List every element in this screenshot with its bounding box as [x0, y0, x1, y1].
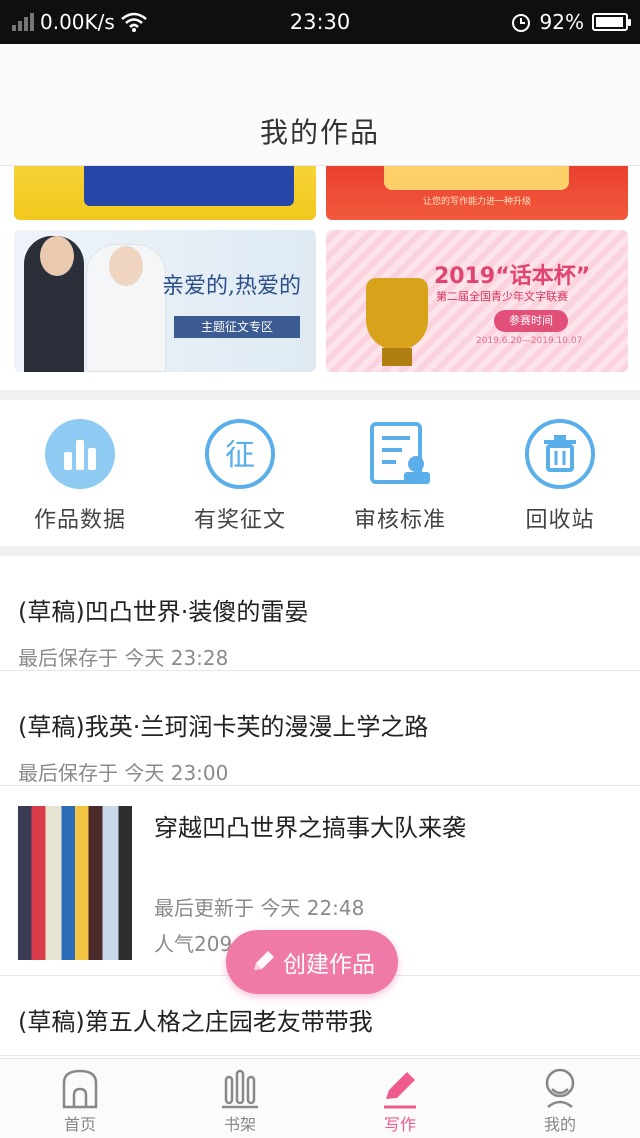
svg-text:征: 征 — [225, 438, 255, 473]
banner-theme-tag: 主题征文专区 — [174, 316, 300, 338]
create-work-button[interactable]: 创建作品 — [226, 930, 398, 994]
work-popularity: 人气209 — [154, 932, 233, 956]
action-work-data[interactable]: 作品数据 — [0, 400, 160, 546]
banner-cup-pill: 参赛时间 — [494, 310, 568, 332]
contest-icon: 征 — [204, 418, 276, 490]
quick-actions: 作品数据 征 有奖征文 审核标准 回收站 — [0, 400, 640, 546]
status-left: 0.00K/s — [12, 10, 212, 34]
action-contest-label: 有奖征文 — [193, 508, 286, 533]
banner-theme-title: 亲爱的,热爱的 — [162, 274, 301, 299]
nav-write[interactable]: 写作 — [320, 1059, 480, 1138]
banner-person-female-head — [109, 246, 143, 286]
nav-home-label: 首页 — [63, 1115, 96, 1134]
banner-red-caption: 让您的写作能力进一种升级 — [422, 197, 531, 207]
banner-cup-dates: 2019.6.20—2019.10.07 — [476, 336, 583, 346]
banner-red-event[interactable]: 让您的写作能力进一种升级 — [326, 166, 628, 220]
network-speed: 0.00K/s — [40, 10, 115, 34]
nav-home[interactable]: 首页 — [0, 1059, 160, 1138]
status-right: 92% — [428, 10, 631, 34]
nav-profile-label: 我的 — [543, 1115, 576, 1134]
status-bar: 0.00K/s 23:30 92% — [0, 0, 640, 44]
review-document-icon — [364, 418, 436, 490]
bar-chart-icon — [44, 418, 116, 490]
action-recycle-bin-label: 回收站 — [525, 508, 595, 533]
banner-theme-contest[interactable]: 亲爱的,热爱的 主题征文专区 — [14, 230, 316, 372]
banner-red-panel — [384, 166, 569, 190]
action-review-standard[interactable]: 审核标准 — [320, 400, 480, 546]
clock: 23:30 — [289, 10, 351, 34]
banner-huaben-cup[interactable]: 2019“话本杯” 第二届全国青少年文字联赛 参赛时间 2019.6.20—20… — [326, 230, 628, 372]
list-item[interactable]: (草稿)我英·兰珂润卡芙的漫漫上学之路 最后保存于 今天 23:00 — [0, 671, 640, 786]
battery-percent: 92% — [539, 10, 584, 34]
pen-icon — [384, 1072, 416, 1109]
work-title: (草稿)第五人格之庄园老友带带我 — [18, 1008, 373, 1036]
profile-icon — [545, 1068, 575, 1108]
home-icon — [62, 1069, 98, 1109]
work-title: 穿越凹凸世界之搞事大队来袭 — [154, 814, 466, 842]
banner-recruit[interactable] — [14, 166, 316, 220]
banner-cup-subtitle: 第二届全国青少年文字联赛 — [436, 290, 568, 303]
section-divider — [0, 546, 640, 556]
nav-write-label: 写作 — [383, 1115, 416, 1134]
work-save-time: 最后保存于 今天 23:00 — [18, 761, 229, 785]
nav-profile[interactable]: 我的 — [480, 1059, 640, 1138]
action-recycle-bin[interactable]: 回收站 — [480, 400, 640, 546]
create-work-label: 创建作品 — [283, 952, 375, 978]
bookshelf-icon — [222, 1069, 258, 1109]
list-item[interactable]: (草稿)凹凸世界·装傻的雷晏 最后保存于 今天 23:28 — [0, 556, 640, 671]
page-header: 我的作品 — [0, 44, 640, 166]
nav-bookshelf-label: 书架 — [223, 1115, 256, 1134]
nav-bookshelf[interactable]: 书架 — [160, 1059, 320, 1138]
work-cover-image — [18, 806, 132, 960]
banner-cup-title: 2019“话本杯” — [434, 264, 591, 289]
trophy-base — [382, 348, 412, 366]
pencil-icon — [254, 951, 274, 970]
work-title: (草稿)凹凸世界·装傻的雷晏 — [18, 598, 309, 626]
signal-icon — [12, 13, 34, 31]
action-contest[interactable]: 征 有奖征文 — [160, 400, 320, 546]
banner-recruit-panel — [84, 166, 294, 206]
banner-person-male-head — [40, 236, 74, 276]
trophy-icon — [366, 278, 428, 350]
page-title: 我的作品 — [259, 115, 380, 149]
banner-grid: 让您的写作能力进一种升级 亲爱的,热爱的 主题征文专区 2019“话本杯” 第二… — [0, 166, 640, 390]
work-update-time: 最后更新于 今天 22:48 — [154, 896, 365, 920]
action-work-data-label: 作品数据 — [33, 508, 126, 533]
wifi-icon — [121, 12, 147, 32]
bottom-nav: 首页 书架 写作 我的 — [0, 1058, 640, 1138]
alarm-icon — [511, 14, 530, 32]
work-save-time: 最后保存于 今天 23:28 — [18, 646, 229, 670]
section-divider — [0, 390, 640, 400]
battery-icon — [592, 13, 631, 31]
work-title: (草稿)我英·兰珂润卡芙的漫漫上学之路 — [18, 713, 429, 741]
action-review-standard-label: 审核标准 — [353, 508, 446, 533]
trash-icon — [524, 418, 596, 490]
